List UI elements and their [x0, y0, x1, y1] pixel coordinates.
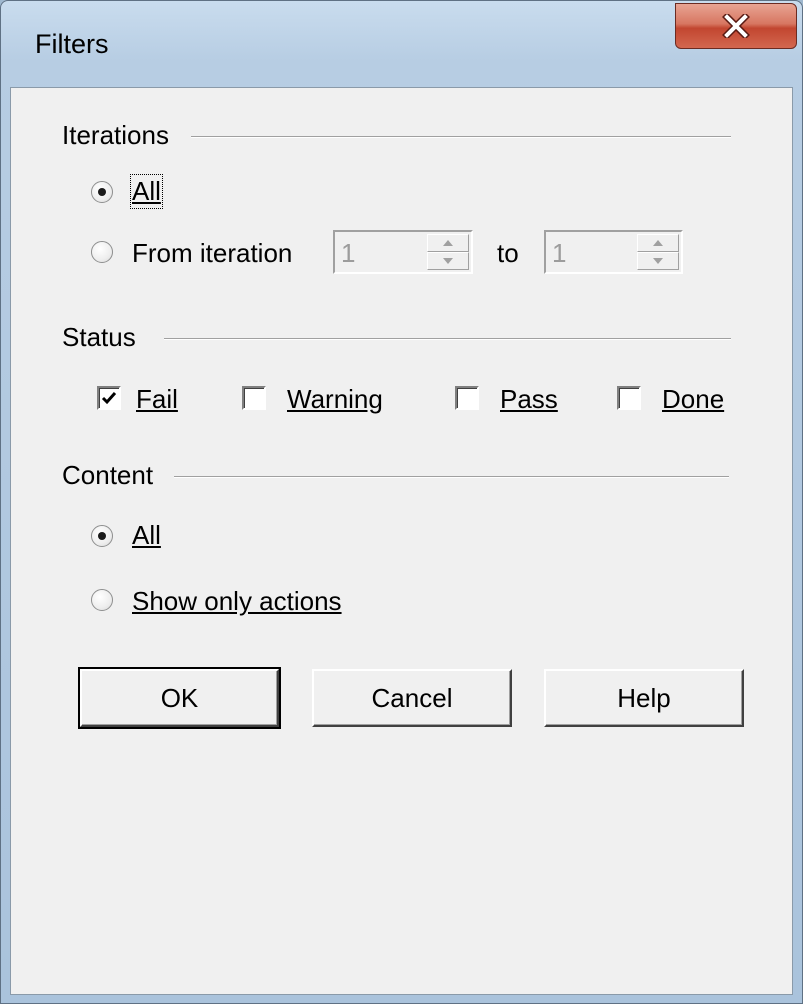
to-iteration-value: 1 [552, 238, 567, 268]
iterations-all-text: All [132, 176, 161, 206]
iterations-from-label[interactable]: From iteration [132, 238, 292, 269]
close-icon [722, 14, 750, 38]
arrow-up-icon [443, 240, 453, 246]
radio-selected-dot [98, 188, 106, 196]
radio-selected-dot [98, 532, 106, 540]
show-only-actions-label[interactable]: Show only actions [132, 586, 342, 617]
help-button[interactable]: Help [544, 669, 744, 727]
cancel-button[interactable]: Cancel [312, 669, 512, 727]
warning-text: Warning [287, 384, 383, 414]
content-divider [174, 476, 729, 478]
fail-label[interactable]: Fail [136, 384, 178, 415]
status-divider [164, 338, 731, 340]
from-iteration-value: 1 [341, 238, 356, 268]
show-only-actions-text: Show only actions [132, 586, 342, 616]
show-only-actions-radio[interactable] [91, 589, 113, 611]
iterations-all-radio[interactable] [91, 181, 113, 203]
status-group-label: Status [62, 322, 136, 352]
from-iteration-spin-buttons [427, 234, 469, 270]
fail-checkbox[interactable] [97, 386, 121, 410]
ok-button[interactable]: OK [78, 667, 281, 729]
pass-label[interactable]: Pass [500, 384, 558, 415]
fail-text: Fail [136, 384, 178, 414]
done-text: Done [662, 384, 725, 414]
title-bar[interactable]: Filters [1, 1, 802, 87]
pass-checkbox[interactable] [455, 386, 479, 410]
warning-label[interactable]: Warning [287, 384, 383, 415]
pass-text: Pass [500, 384, 558, 414]
iterations-divider [191, 136, 731, 138]
content-group-label: Content [62, 460, 154, 490]
to-label: to [497, 238, 519, 268]
from-iteration-down-button[interactable] [427, 252, 469, 270]
checkmark-icon [101, 392, 117, 405]
content-all-label[interactable]: All [132, 520, 161, 551]
dialog-body: Iterations All From iteration 1 to 1 Sta… [10, 87, 793, 995]
arrow-up-icon [653, 240, 663, 246]
arrow-down-icon [443, 258, 453, 264]
iterations-from-radio[interactable] [91, 241, 113, 263]
content-all-text: All [132, 520, 161, 550]
warning-checkbox[interactable] [242, 386, 266, 410]
to-iteration-spinbox[interactable]: 1 [544, 230, 683, 274]
filters-dialog: Filters Iterations All From iteration 1 [0, 0, 803, 1004]
iterations-all-label[interactable]: All [130, 174, 163, 209]
from-iteration-spinbox[interactable]: 1 [333, 230, 473, 274]
close-button[interactable] [675, 3, 797, 49]
done-label[interactable]: Done [662, 384, 724, 415]
to-iteration-up-button[interactable] [637, 234, 679, 252]
to-iteration-spin-buttons [637, 234, 679, 270]
window-title: Filters [35, 29, 109, 59]
done-checkbox[interactable] [617, 386, 641, 410]
from-iteration-up-button[interactable] [427, 234, 469, 252]
content-all-radio[interactable] [91, 525, 113, 547]
iterations-group-label: Iterations [62, 120, 169, 150]
to-iteration-down-button[interactable] [637, 252, 679, 270]
arrow-down-icon [653, 258, 663, 264]
